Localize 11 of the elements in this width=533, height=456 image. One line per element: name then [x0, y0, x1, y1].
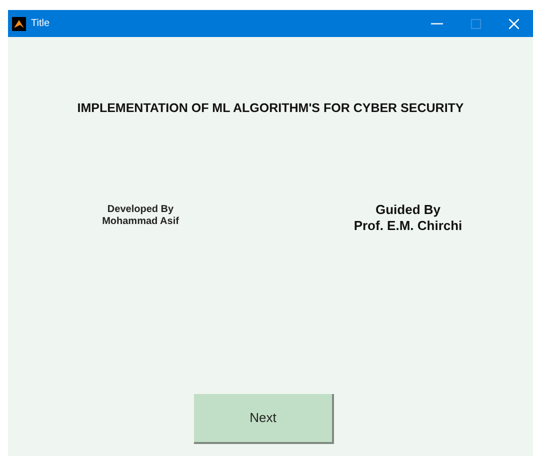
guide-name: Prof. E.M. Chirchi — [354, 218, 462, 234]
app-logo-icon — [12, 16, 26, 30]
developer-label: Developed By — [107, 204, 174, 216]
next-button[interactable]: Next — [194, 394, 334, 444]
close-icon[interactable] — [509, 18, 519, 28]
maximize-icon — [471, 18, 481, 28]
developer-name: Mohammad Asif — [102, 216, 179, 228]
window-title: Title — [31, 17, 50, 31]
guide-label: Guided By — [375, 202, 440, 218]
heading-text: IMPLEMENTATION OF ML ALGORITHM'S FOR CYBER SECURITY — [77, 100, 464, 117]
minimize-icon[interactable] — [431, 22, 443, 24]
